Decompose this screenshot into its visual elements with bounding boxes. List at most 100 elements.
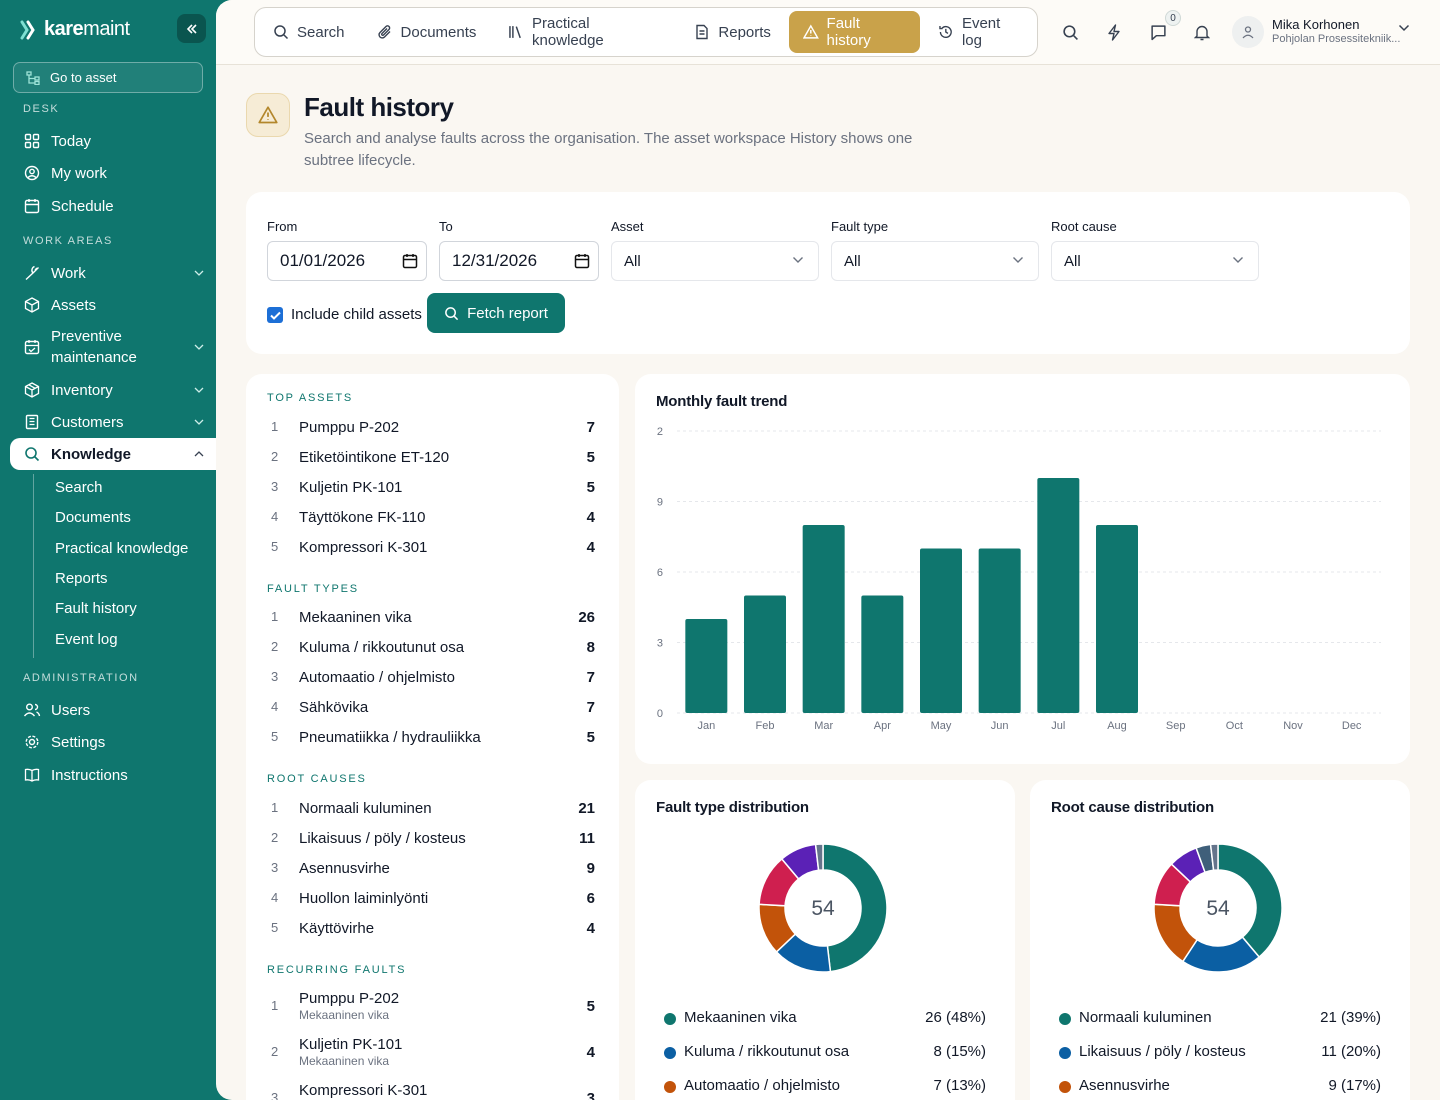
tab-search[interactable]: Search: [259, 11, 359, 53]
list-item[interactable]: 3 Asennusvirhe 9: [267, 860, 595, 882]
x-tick-label: Feb: [756, 720, 775, 732]
bar-mar[interactable]: [802, 525, 845, 713]
list-item[interactable]: 2 Kuljetin PK-101 4 Mekaaninen vika: [267, 1036, 595, 1076]
tab-reports[interactable]: Reports: [680, 11, 785, 53]
rank-number: 2: [271, 639, 279, 654]
fault-type-select[interactable]: All: [831, 241, 1039, 281]
sidebar-item-preventive-maintenance[interactable]: Preventive maintenance: [10, 325, 216, 369]
list-item[interactable]: 5 Kompressori K-301 4: [267, 539, 595, 561]
sidebar-subitem-reports[interactable]: Reports: [55, 570, 108, 587]
list-item[interactable]: 3 Kuljetin PK-101 5: [267, 479, 595, 501]
sidebar-subitem-documents[interactable]: Documents: [55, 509, 131, 526]
sidebar-subitem-event-log[interactable]: Event log: [55, 631, 118, 648]
rank-number: 5: [271, 920, 279, 935]
from-date-input[interactable]: 01/01/2026: [267, 241, 427, 281]
item-name: Asennusvirhe: [299, 860, 390, 877]
collapse-sidebar-button[interactable]: [177, 14, 206, 43]
item-count: 5: [586, 449, 595, 466]
tab-label: Event log: [961, 15, 1001, 49]
list-item[interactable]: 4 Täyttökone FK-110 4: [267, 509, 595, 531]
sidebar-item-instructions[interactable]: Instructions: [10, 762, 216, 788]
root-cause-donut-chart: 54: [1153, 843, 1283, 973]
asset-select[interactable]: All: [611, 241, 819, 281]
legend-item: Asennusvirhe 9 (17%): [1059, 1077, 1381, 1097]
chevron-down-icon[interactable]: [1398, 24, 1410, 32]
sidebar-item-users[interactable]: Users: [10, 697, 216, 723]
library-icon: [509, 26, 522, 39]
list-item[interactable]: 1 Mekaaninen vika 26: [267, 609, 595, 631]
sidebar-item-label: Preventive maintenance: [51, 328, 137, 366]
messages-count-badge: 0: [1165, 10, 1181, 26]
logo-icon: [20, 20, 35, 39]
notifications-button[interactable]: [1190, 20, 1214, 44]
sidebar-item-schedule[interactable]: Schedule: [10, 193, 216, 219]
tab-event-log[interactable]: Event log: [924, 11, 1037, 53]
bar-aug[interactable]: [1096, 525, 1138, 713]
sidebar-subitem-search[interactable]: Search: [55, 479, 103, 496]
include-child-assets-checkbox[interactable]: [267, 307, 283, 323]
list-item[interactable]: 3 Kompressori K-301 3: [267, 1082, 595, 1100]
list-item[interactable]: 4 Huollon laiminlyönti 6: [267, 890, 595, 912]
go-to-asset-button[interactable]: Go to asset: [13, 62, 203, 93]
legend-item: Likaisuus / pöly / kosteus 11 (20%): [1059, 1043, 1381, 1063]
bar-may[interactable]: [920, 548, 962, 714]
include-child-assets-label[interactable]: Include child assets: [291, 306, 422, 323]
sidebar-item-inventory[interactable]: Inventory: [10, 377, 216, 403]
tab-fault-history[interactable]: Fault history: [788, 11, 921, 53]
sidebar-subitem-fault-history[interactable]: Fault history: [55, 600, 137, 617]
x-tick-label: May: [931, 720, 952, 732]
list-item[interactable]: 1 Pumppu P-202 5 Mekaaninen vika: [267, 990, 595, 1030]
x-tick-label: Nov: [1283, 720, 1303, 732]
bar-feb[interactable]: [744, 595, 786, 714]
quick-actions-button[interactable]: [1102, 20, 1126, 44]
fetch-report-button[interactable]: Fetch report: [427, 293, 565, 333]
list-item[interactable]: 2 Etiketöintikone ET-120 5: [267, 449, 595, 471]
box-icon: [23, 381, 41, 399]
item-name: Täyttökone FK-110: [299, 509, 426, 526]
item-count: 6: [586, 890, 595, 907]
sidebar-subitem-practical-knowledge[interactable]: Practical knowledge: [55, 540, 188, 557]
bar-apr[interactable]: [861, 595, 904, 714]
item-name: Mekaaninen vika: [299, 609, 412, 626]
from-label: From: [267, 219, 298, 234]
sidebar-item-assets[interactable]: Assets: [10, 292, 216, 318]
fetch-report-label: Fetch report: [467, 304, 548, 322]
user-organisation: Pohjolan Prosessitekniik...: [1272, 33, 1401, 45]
sidebar-item-work[interactable]: Work: [10, 260, 216, 286]
item-name: Käyttövirhe: [299, 920, 375, 937]
bar-jun[interactable]: [978, 548, 1021, 714]
list-item[interactable]: 5 Käyttövirhe 4: [267, 920, 595, 942]
search-icon: [274, 25, 289, 40]
bar-jul[interactable]: [1037, 478, 1080, 713]
list-item[interactable]: 2 Likaisuus / pöly / kosteus 11: [267, 830, 595, 852]
sidebar-item-customers[interactable]: Customers: [10, 409, 216, 435]
rank-number: 5: [271, 729, 279, 744]
to-date-input[interactable]: 12/31/2026: [439, 241, 599, 281]
legend-swatch: [1059, 1013, 1071, 1025]
calendar-icon[interactable]: [574, 253, 590, 269]
global-search-button[interactable]: [1058, 20, 1082, 44]
asset-label: Asset: [611, 219, 644, 234]
list-item[interactable]: 5 Pneumatiikka / hydrauliikka 5: [267, 729, 595, 751]
sidebar-item-settings[interactable]: Settings: [10, 729, 216, 755]
sidebar-item-knowledge[interactable]: Knowledge: [10, 438, 216, 470]
list-item[interactable]: 1 Pumppu P-202 7: [267, 419, 595, 441]
list-item[interactable]: 4 Sähkövika 7: [267, 699, 595, 721]
avatar[interactable]: [1232, 16, 1264, 48]
lightning-icon: [1108, 23, 1120, 41]
brand-logo[interactable]: karemaint: [18, 18, 130, 41]
wrench-icon: [23, 264, 41, 282]
tab-label: Practical knowledge: [532, 15, 604, 49]
chevron-down-icon: [793, 257, 803, 263]
list-item[interactable]: 1 Normaali kuluminen 21: [267, 800, 595, 822]
tab-practical-knowledge[interactable]: Practical knowledge: [494, 11, 676, 53]
sidebar-item-my-work[interactable]: My work: [10, 160, 216, 186]
bar-jan[interactable]: [685, 619, 728, 713]
list-item[interactable]: 3 Automaatio / ohjelmisto 7: [267, 669, 595, 691]
tab-documents[interactable]: Documents: [363, 11, 491, 53]
user-name[interactable]: Mika Korhonen: [1272, 17, 1359, 32]
list-item[interactable]: 2 Kuluma / rikkoutunut osa 8: [267, 639, 595, 661]
root-cause-select[interactable]: All: [1051, 241, 1259, 281]
sidebar-item-today[interactable]: Today: [10, 128, 216, 154]
calendar-icon[interactable]: [402, 253, 418, 269]
